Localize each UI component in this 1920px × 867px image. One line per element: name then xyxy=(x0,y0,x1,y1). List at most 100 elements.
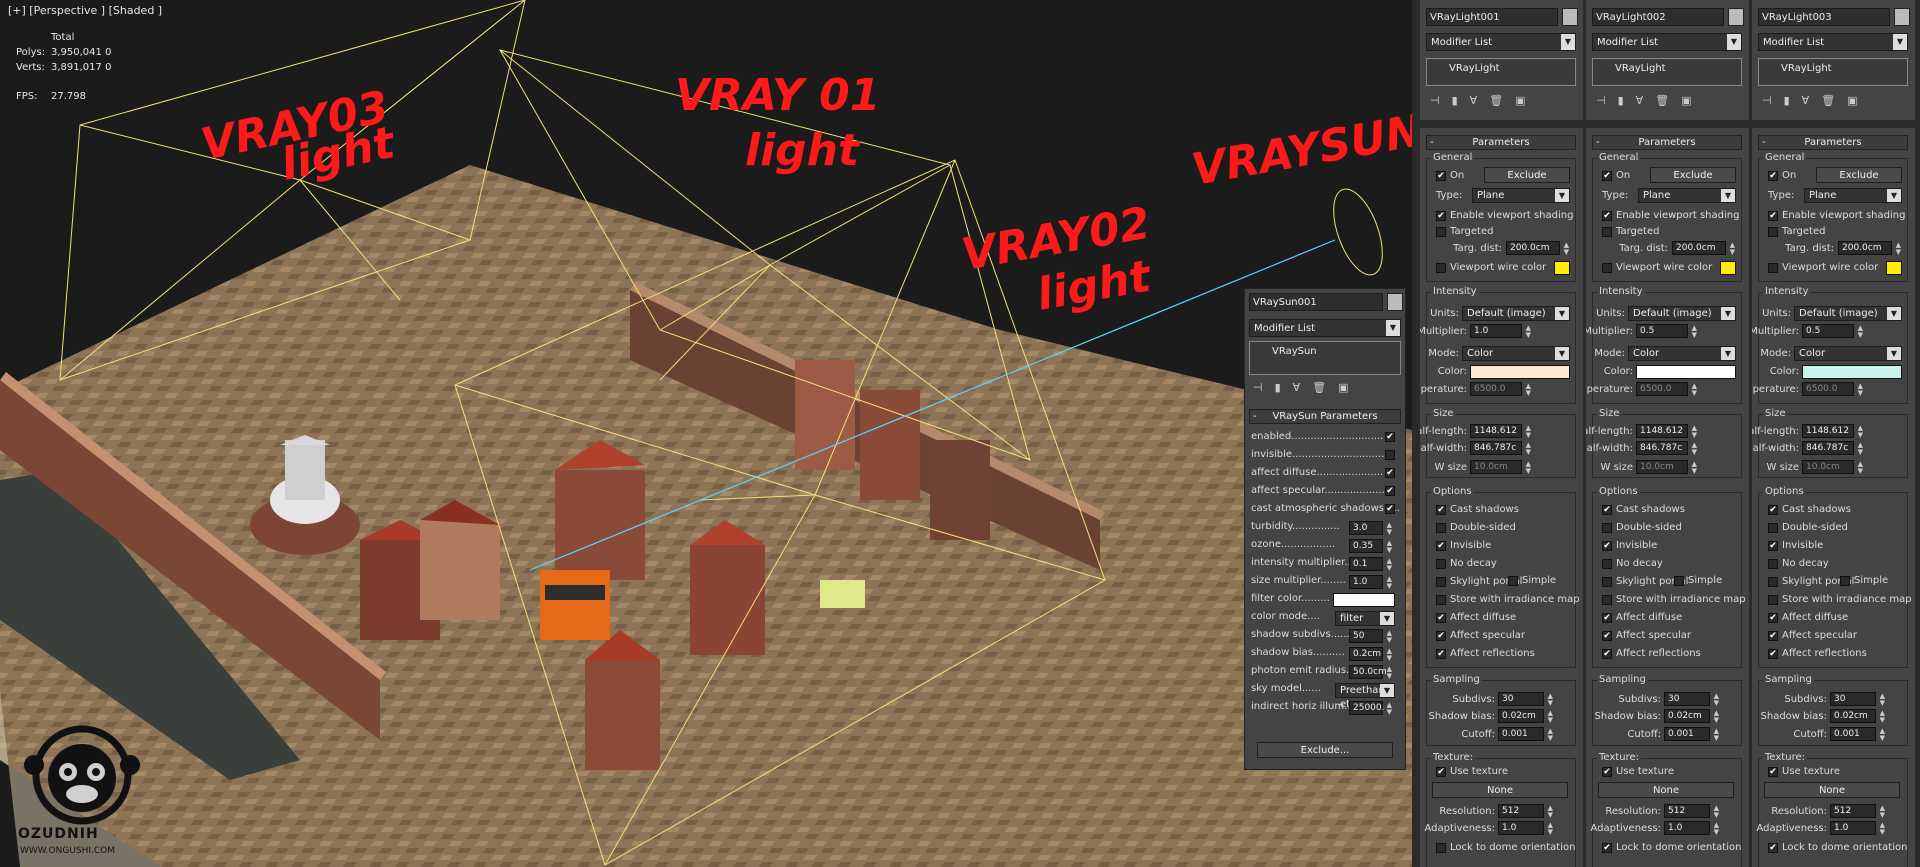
exclude-button[interactable]: Exclude xyxy=(1816,167,1902,183)
show-end-result-icon[interactable]: ▮ xyxy=(1275,381,1281,399)
sun-param-spinner[interactable]: 25000. ▲ ▼ xyxy=(1349,701,1392,716)
light-stack-item-vraylight[interactable]: VRayLight xyxy=(1615,63,1666,74)
half-width-spinner[interactable]: 846.787c ▲ ▼ xyxy=(1470,441,1531,456)
use-texture-checkbox[interactable]: ✔ xyxy=(1768,767,1778,777)
multiplier-spinner[interactable]: 1.0 ▲ ▼ xyxy=(1470,324,1531,339)
sun-param-checkbox[interactable]: ✔ xyxy=(1385,432,1395,442)
option-checkbox[interactable]: ✔ xyxy=(1768,631,1778,641)
resolution-spinner[interactable]: 512 ▲ ▼ xyxy=(1664,804,1719,819)
option-checkbox[interactable] xyxy=(1602,595,1612,605)
configure-sets-icon[interactable]: ▣ xyxy=(1847,94,1857,112)
shadow-bias-spinner[interactable]: 0.02cm ▲ ▼ xyxy=(1830,709,1885,724)
option-checkbox[interactable] xyxy=(1436,559,1446,569)
wire-color-swatch[interactable] xyxy=(1886,261,1902,275)
lock-dome-checkbox[interactable]: ✔ xyxy=(1768,843,1778,853)
sun-exclude-button[interactable]: Exclude... xyxy=(1257,742,1393,758)
sun-param-spinner[interactable]: 50 ▲ ▼ xyxy=(1349,629,1392,644)
units-dropdown[interactable]: Default (image) ▼ xyxy=(1794,306,1902,321)
temperature-spinner[interactable]: 6500.0 ▲ ▼ xyxy=(1636,382,1697,397)
sun-modifier-stack[interactable]: VRaySun xyxy=(1249,341,1401,375)
simple-checkbox[interactable] xyxy=(1508,576,1518,586)
simple-checkbox[interactable] xyxy=(1674,576,1684,586)
pin-stack-icon[interactable]: ⊣ xyxy=(1430,94,1440,112)
viewport-shading-checkbox[interactable]: ✔ xyxy=(1436,211,1446,221)
sun-param-dropdown[interactable]: filter ▼ xyxy=(1335,611,1395,626)
option-checkbox[interactable]: ✔ xyxy=(1768,649,1778,659)
wire-color-checkbox[interactable] xyxy=(1436,263,1446,273)
type-dropdown[interactable]: Plane ▼ xyxy=(1638,188,1736,203)
option-checkbox[interactable]: ✔ xyxy=(1602,631,1612,641)
sun-param-checkbox[interactable] xyxy=(1385,450,1395,460)
adaptiveness-spinner[interactable]: 1.0 ▲ ▼ xyxy=(1664,821,1719,836)
resolution-spinner[interactable]: 512 ▲ ▼ xyxy=(1498,804,1553,819)
exclude-button[interactable]: Exclude xyxy=(1650,167,1736,183)
light-object-color-swatch[interactable] xyxy=(1728,8,1744,26)
light-stack-item-vraylight[interactable]: VRayLight xyxy=(1781,63,1832,74)
mode-dropdown[interactable]: Color ▼ xyxy=(1794,346,1902,361)
type-dropdown[interactable]: Plane ▼ xyxy=(1804,188,1902,203)
resolution-spinner[interactable]: 512 ▲ ▼ xyxy=(1830,804,1885,819)
type-dropdown[interactable]: Plane ▼ xyxy=(1472,188,1570,203)
units-dropdown[interactable]: Default (image) ▼ xyxy=(1462,306,1570,321)
shadow-bias-spinner[interactable]: 0.02cm ▲ ▼ xyxy=(1498,709,1553,724)
texture-none-button[interactable]: None xyxy=(1764,782,1900,798)
remove-modifier-icon[interactable]: 🗑 xyxy=(1655,94,1669,112)
show-end-result-icon[interactable]: ▮ xyxy=(1452,94,1458,112)
option-checkbox[interactable] xyxy=(1768,523,1778,533)
option-checkbox[interactable] xyxy=(1436,523,1446,533)
light-object-name-field[interactable]: VRayLight002 xyxy=(1592,8,1724,26)
targ-dist-spinner[interactable]: 200.0cm ▲ ▼ xyxy=(1506,241,1569,256)
exclude-button[interactable]: Exclude xyxy=(1484,167,1570,183)
option-checkbox[interactable]: ✔ xyxy=(1436,541,1446,551)
half-width-spinner[interactable]: 846.787c ▲ ▼ xyxy=(1636,441,1697,456)
sun-param-checkbox[interactable]: ✔ xyxy=(1385,468,1395,478)
option-checkbox[interactable] xyxy=(1602,523,1612,533)
option-checkbox[interactable]: ✔ xyxy=(1602,649,1612,659)
wire-color-swatch[interactable] xyxy=(1720,261,1736,275)
adaptiveness-spinner[interactable]: 1.0 ▲ ▼ xyxy=(1830,821,1885,836)
use-texture-checkbox[interactable]: ✔ xyxy=(1436,767,1446,777)
show-end-result-icon[interactable]: ▮ xyxy=(1784,94,1790,112)
w-size-spinner[interactable]: 10.0cm ▲ ▼ xyxy=(1470,460,1531,475)
light-object-color-swatch[interactable] xyxy=(1894,8,1910,26)
lock-dome-checkbox[interactable]: ✔ xyxy=(1602,843,1612,853)
light-modifier-stack[interactable]: VRayLight xyxy=(1592,58,1742,86)
adaptiveness-spinner[interactable]: 1.0 ▲ ▼ xyxy=(1498,821,1553,836)
make-unique-icon[interactable]: ∀ xyxy=(1470,94,1478,112)
sun-object-color-swatch[interactable] xyxy=(1387,293,1403,311)
viewport-shading-checkbox[interactable]: ✔ xyxy=(1768,211,1778,221)
light-object-name-field[interactable]: VRayLight001 xyxy=(1426,8,1558,26)
simple-checkbox[interactable] xyxy=(1840,576,1850,586)
temperature-spinner[interactable]: 6500.0 ▲ ▼ xyxy=(1802,382,1863,397)
targ-dist-spinner[interactable]: 200.0cm ▲ ▼ xyxy=(1672,241,1735,256)
multiplier-spinner[interactable]: 0.5 ▲ ▼ xyxy=(1802,324,1863,339)
light-color-swatch[interactable] xyxy=(1636,365,1736,379)
option-checkbox[interactable]: ✔ xyxy=(1602,505,1612,515)
texture-none-button[interactable]: None xyxy=(1598,782,1734,798)
perspective-viewport[interactable]: VRAY03 light VRAY 01 light VRAY02 light … xyxy=(0,0,1412,867)
pin-stack-icon[interactable]: ⊣ xyxy=(1596,94,1606,112)
sun-filter-color-swatch[interactable] xyxy=(1333,593,1395,607)
light-color-swatch[interactable] xyxy=(1802,365,1902,379)
remove-modifier-icon[interactable]: 🗑 xyxy=(1821,94,1835,112)
option-checkbox[interactable] xyxy=(1768,559,1778,569)
show-end-result-icon[interactable]: ▮ xyxy=(1618,94,1624,112)
sun-parameters-rollout-header[interactable]: - VRaySun Parameters xyxy=(1249,409,1401,424)
sun-param-spinner[interactable]: 3.0 ▲ ▼ xyxy=(1349,521,1392,536)
viewport-shading-checkbox[interactable]: ✔ xyxy=(1602,211,1612,221)
mode-dropdown[interactable]: Color ▼ xyxy=(1462,346,1570,361)
half-length-spinner[interactable]: 1148.612 ▲ ▼ xyxy=(1802,424,1863,439)
sun-param-checkbox[interactable]: ✔ xyxy=(1385,486,1395,496)
targ-dist-spinner[interactable]: 200.0cm ▲ ▼ xyxy=(1838,241,1901,256)
light-modifier-stack[interactable]: VRayLight xyxy=(1426,58,1576,86)
cutoff-spinner[interactable]: 0.001 ▲ ▼ xyxy=(1664,727,1719,742)
half-length-spinner[interactable]: 1148.612 ▲ ▼ xyxy=(1636,424,1697,439)
on-checkbox[interactable]: ✔ xyxy=(1602,171,1612,181)
option-checkbox[interactable] xyxy=(1436,577,1446,587)
light-parameters-rollout-header[interactable]: - Parameters xyxy=(1426,135,1576,150)
option-checkbox[interactable] xyxy=(1768,595,1778,605)
sun-stack-item-vraysun[interactable]: VRaySun xyxy=(1272,346,1317,357)
sun-param-spinner[interactable]: 0.1 ▲ ▼ xyxy=(1349,557,1392,572)
light-object-color-swatch[interactable] xyxy=(1562,8,1578,26)
sun-param-spinner[interactable]: 0.2cm ▲ ▼ xyxy=(1349,647,1392,662)
